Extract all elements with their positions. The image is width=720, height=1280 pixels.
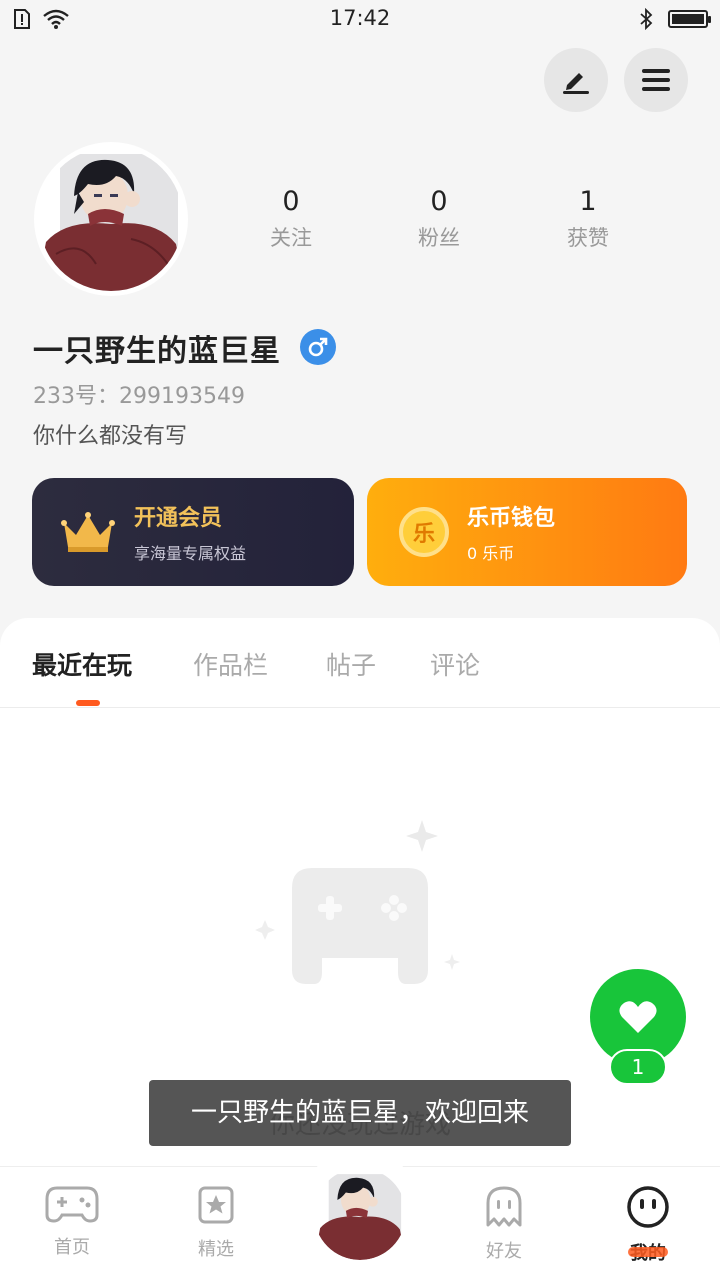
tab-posts[interactable]: 帖子 [326,646,376,682]
stat-fans[interactable]: 0 粉丝 [389,186,489,252]
likes-count: 1 [579,186,597,217]
wallet-balance: 0 乐币 [467,544,515,563]
vip-membership-card[interactable]: 开通会员 享海量专属权益 [32,478,354,586]
avatar-image [39,147,183,291]
coin-glyph: 乐 [412,522,435,547]
like-count-badge: 1 [609,1049,667,1085]
following-count: 0 [282,186,300,217]
wallet-card[interactable]: 乐 乐币钱包 0 乐币 [367,478,687,586]
tab-works[interactable]: 作品栏 [193,646,268,682]
tab-comments[interactable]: 评论 [430,646,480,682]
following-label: 关注 [270,226,312,250]
nav-friends-label: 好友 [486,1241,522,1262]
menu-button[interactable] [624,48,688,112]
status-time: 17:42 [329,6,391,30]
le-coin-icon: 乐 [399,507,449,557]
stat-likes[interactable]: 1 获赞 [538,186,638,252]
crown-icon [61,512,115,552]
tab-recent-games[interactable]: 最近在玩 [32,646,132,682]
vip-subtitle: 享海量专属权益 [134,544,247,563]
ghost-icon [486,1186,522,1227]
vip-text: 开通会员 享海量专属权益 [134,500,246,564]
nav-friends[interactable]: 好友 [454,1185,554,1263]
welcome-toast: 一只野生的蓝巨星，欢迎回来 [149,1080,571,1146]
male-symbol-icon [308,337,328,357]
nav-home[interactable]: 首页 [22,1185,122,1259]
wallet-text: 乐币钱包 0 乐币 [467,500,555,564]
vip-title: 开通会员 [134,506,223,531]
nav-center-avatar[interactable] [314,1168,406,1260]
battery-icon [668,10,711,28]
smiley-face-icon [627,1186,669,1228]
username: 一只野生的蓝巨星 [33,334,281,369]
pencil-icon [563,73,589,94]
nav-featured-label: 精选 [198,1239,234,1260]
fans-label: 粉丝 [418,226,460,250]
nav-active-indicator [628,1247,668,1257]
nav-home-label: 首页 [54,1237,90,1258]
tab-active-indicator [76,700,100,706]
profile-tabs: 最近在玩 作品栏 帖子 评论 [0,620,720,708]
empty-gamepad-illustration [255,820,460,984]
user-bio: 你什么都没有写 [33,424,188,449]
edit-profile-button[interactable] [544,48,608,112]
stat-following[interactable]: 0 关注 [241,186,341,252]
gender-male-badge [300,329,336,365]
wallet-title: 乐币钱包 [467,506,556,531]
nav-featured[interactable]: 精选 [166,1185,266,1261]
likes-label: 获赞 [567,226,609,250]
hamburger-menu-icon [642,69,670,91]
heart-icon [619,1001,657,1033]
avatar-image [314,1168,406,1260]
profile-avatar[interactable] [34,142,188,296]
star-bookmark-icon [198,1186,234,1224]
gamepad-icon [45,1186,99,1223]
status-bar: 17:42 [0,0,720,38]
fans-count: 0 [430,186,448,217]
user-id: 233号：299193549 [33,384,245,409]
